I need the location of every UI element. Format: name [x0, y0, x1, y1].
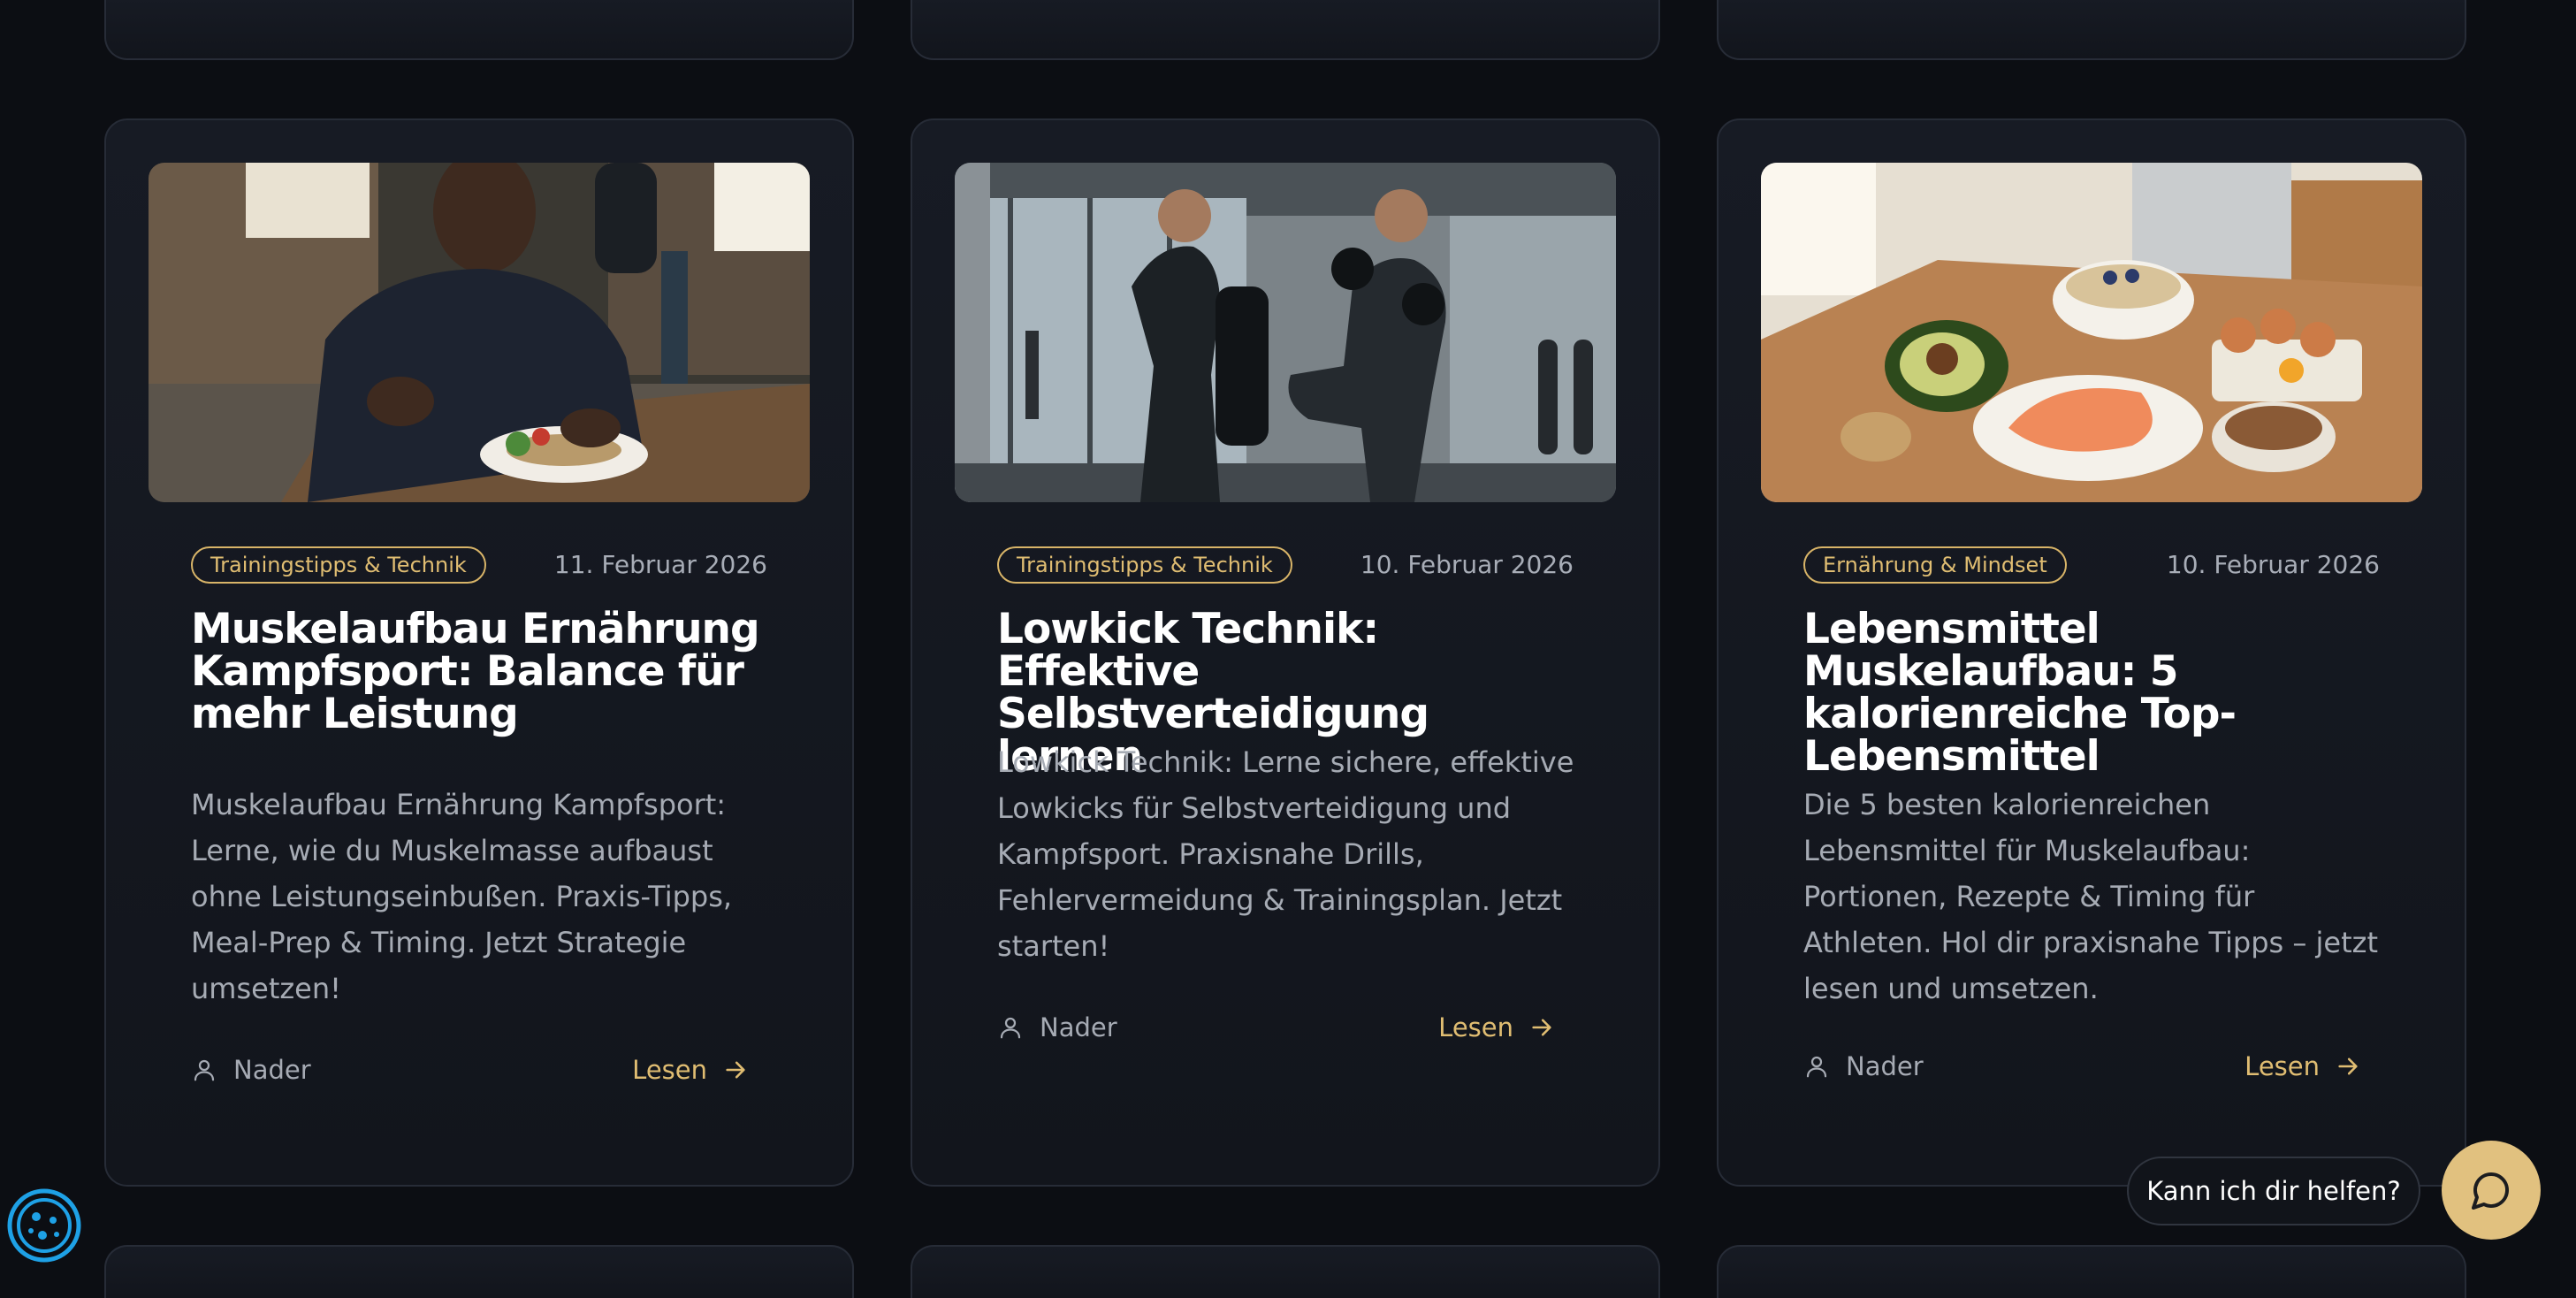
chat-bubble-icon[interactable]	[2470, 1169, 2512, 1211]
post-card-lowkick-technik[interactable]: Trainingstipps & Technik 10. Februar 202…	[911, 118, 1660, 1187]
user-icon	[1000, 1017, 1021, 1039]
previous-post-card[interactable]	[104, 0, 854, 60]
chat-open-button[interactable]	[2442, 1141, 2541, 1240]
post-date: 11. Februar 2026	[553, 550, 767, 579]
post-title[interactable]: Muskelaufbau Ernährung Kampfsport: Balan…	[191, 608, 774, 736]
post-image-healthy-food[interactable]	[1761, 163, 2422, 502]
read-more-link[interactable]: Lesen	[632, 1052, 748, 1088]
read-more-label[interactable]: Lesen	[1438, 1012, 1513, 1042]
post-title[interactable]: Lebensmittel Muskelaufbau: 5 kalorienrei…	[1803, 608, 2387, 778]
post-excerpt: Die 5 besten kalorienreichen Lebensmitte…	[1803, 788, 2378, 1005]
post-image-athlete-eating[interactable]	[149, 163, 810, 502]
author-name: Nader	[1846, 1051, 1924, 1081]
cookie-settings-button[interactable]	[7, 1188, 81, 1263]
post-card-muskelaufbau-ernaehrung[interactable]: Trainingstipps & Technik 11. Februar 202…	[104, 118, 854, 1187]
arrow-right-icon[interactable]	[723, 1057, 748, 1082]
post-card-lebensmittel-muskelaufbau[interactable]: Ernährung & Mindset 10. Februar 2026 Leb…	[1717, 118, 2466, 1187]
category-badge[interactable]: Trainingstipps & Technik	[191, 546, 486, 584]
read-more-label[interactable]: Lesen	[632, 1055, 707, 1085]
post-author: Nader	[191, 1052, 311, 1088]
post-author: Nader	[997, 1010, 1117, 1045]
read-more-link[interactable]: Lesen	[2244, 1049, 2360, 1084]
post-date: 10. Februar 2026	[2166, 550, 2380, 579]
read-more-label[interactable]: Lesen	[2244, 1051, 2320, 1081]
next-post-card[interactable]	[104, 1245, 854, 1298]
author-name: Nader	[233, 1055, 311, 1085]
author-name: Nader	[1040, 1012, 1117, 1042]
previous-post-card[interactable]	[911, 0, 1660, 60]
previous-post-card[interactable]	[1717, 0, 2466, 60]
user-icon	[194, 1059, 215, 1081]
chat-prompt-bubble[interactable]: Kann ich dir helfen?	[2127, 1157, 2420, 1225]
arrow-right-icon[interactable]	[2336, 1054, 2360, 1079]
post-image-kickboxing-training[interactable]	[955, 163, 1616, 502]
post-excerpt: Muskelaufbau Ernährung Kampfsport: Lerne…	[191, 788, 733, 1005]
post-excerpt: Lowkick Technik: Lerne sichere, effektiv…	[997, 745, 1574, 963]
cookie-icon[interactable]	[7, 1188, 81, 1263]
post-date: 10. Februar 2026	[1360, 550, 1574, 579]
arrow-right-icon[interactable]	[1529, 1015, 1554, 1040]
read-more-link[interactable]: Lesen	[1438, 1010, 1554, 1045]
user-icon	[1806, 1056, 1827, 1078]
category-badge[interactable]: Ernährung & Mindset	[1803, 546, 2067, 584]
category-badge[interactable]: Trainingstipps & Technik	[997, 546, 1292, 584]
next-post-card[interactable]	[911, 1245, 1660, 1298]
post-author: Nader	[1803, 1049, 1924, 1084]
next-post-card[interactable]	[1717, 1245, 2466, 1298]
